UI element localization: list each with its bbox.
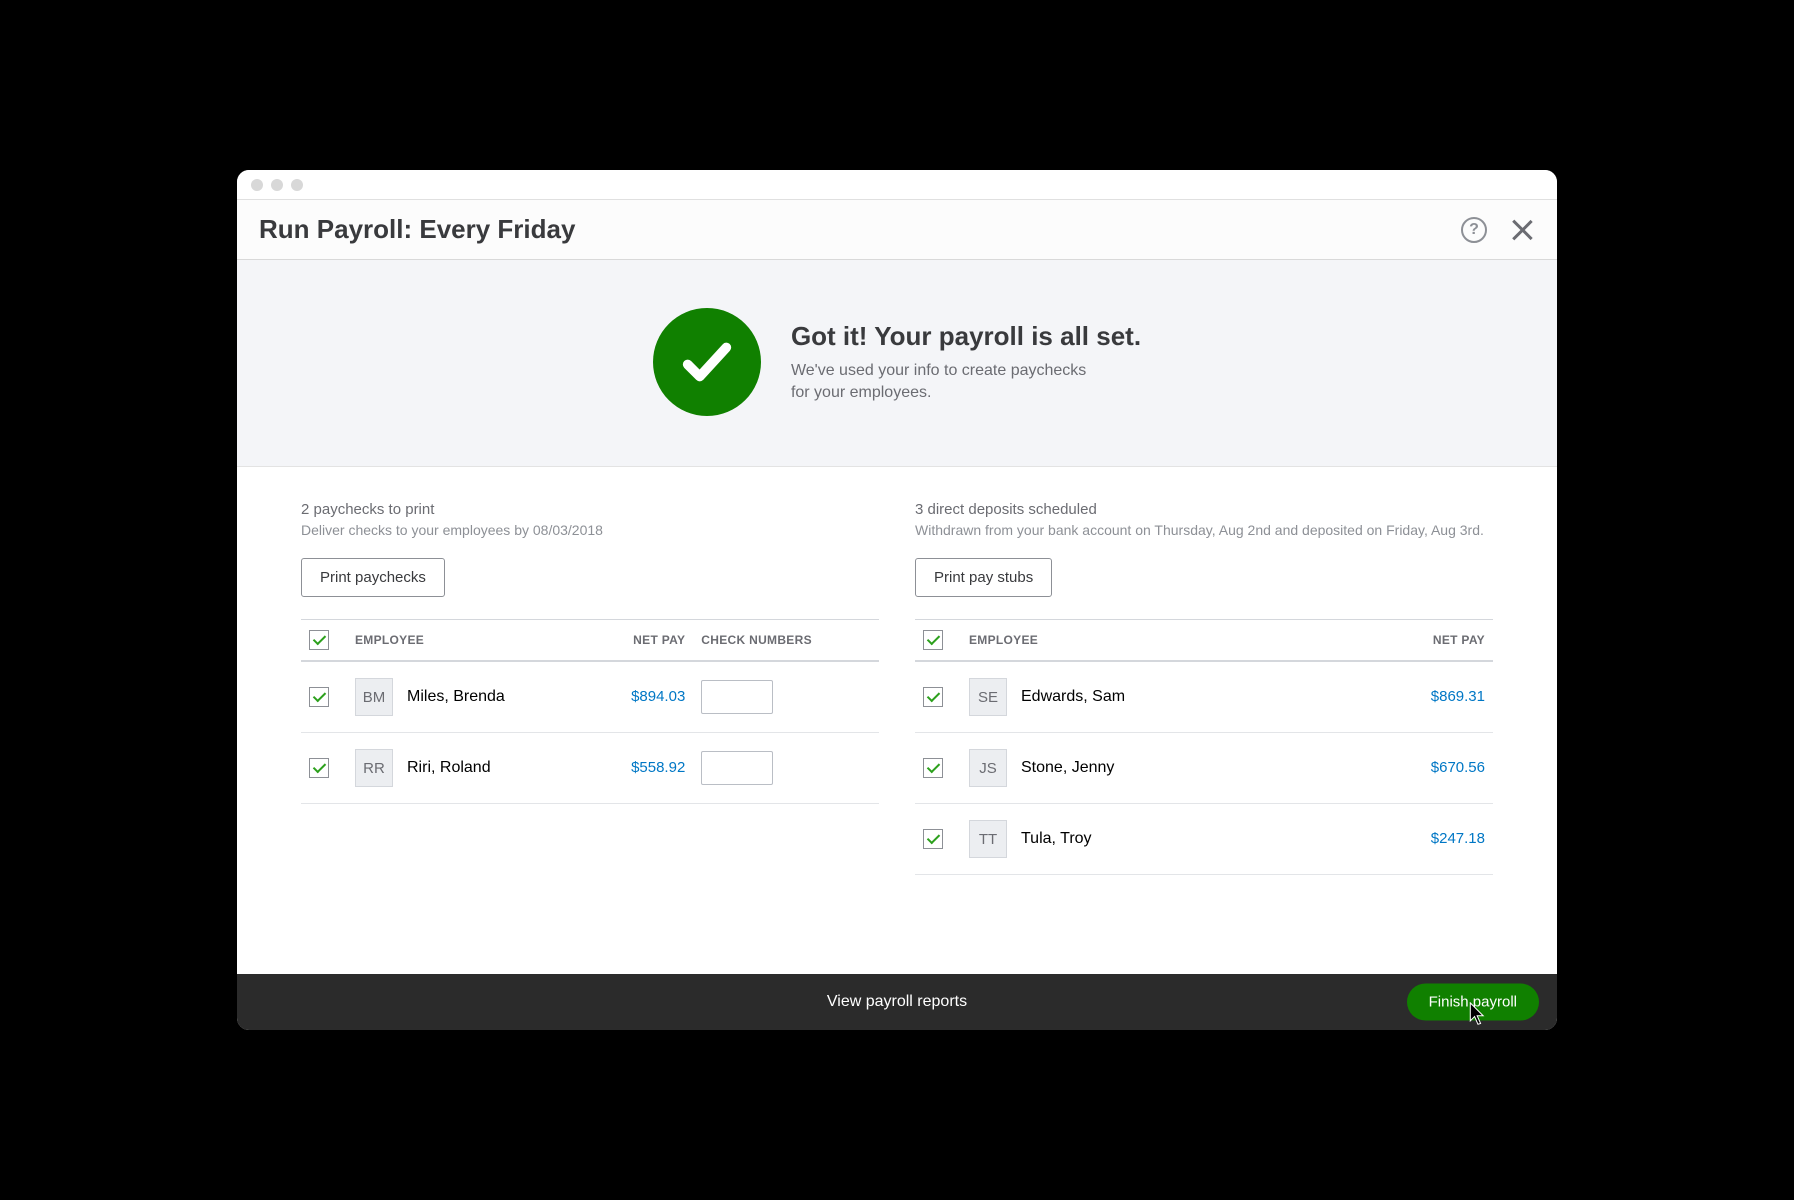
avatar: SE: [969, 678, 1007, 716]
table-row: JS Stone, Jenny $670.56: [915, 733, 1493, 804]
paychecks-select-all-header: [301, 620, 347, 662]
net-pay: $869.31: [1431, 688, 1485, 705]
row-checkbox[interactable]: [923, 829, 943, 849]
deposits-section: 3 direct deposits scheduled Withdrawn fr…: [915, 501, 1493, 954]
banner-text: Got it! Your payroll is all set. We've u…: [791, 321, 1141, 403]
page-title: Run Payroll: Every Friday: [259, 214, 575, 245]
employee-name: Riri, Roland: [407, 759, 491, 777]
deposits-count: 3 direct deposits scheduled: [915, 501, 1493, 518]
header-actions: ?: [1461, 217, 1535, 243]
paychecks-count: 2 paychecks to print: [301, 501, 879, 518]
employee-name: Edwards, Sam: [1021, 688, 1125, 706]
banner-headline: Got it! Your payroll is all set.: [791, 321, 1141, 352]
deposits-table: EMPLOYEE NET PAY SE Edwards, Sam $8: [915, 619, 1493, 875]
banner-subtext: We've used your info to create paychecks…: [791, 360, 1101, 403]
deposits-deliver: Withdrawn from your bank account on Thur…: [915, 522, 1493, 538]
paychecks-col-netpay: NET PAY: [590, 620, 693, 662]
window-dot-zoom[interactable]: [291, 179, 303, 191]
print-paychecks-button[interactable]: Print paychecks: [301, 558, 445, 597]
paychecks-col-employee: EMPLOYEE: [347, 620, 590, 662]
view-payroll-reports-link[interactable]: View payroll reports: [827, 993, 967, 1011]
deposits-select-all-header: [915, 620, 961, 662]
employee-name: Miles, Brenda: [407, 688, 505, 706]
employee-cell: TT Tula, Troy: [969, 820, 1331, 858]
print-paystubs-button[interactable]: Print pay stubs: [915, 558, 1052, 597]
table-row: RR Riri, Roland $558.92: [301, 733, 879, 804]
modal-header: Run Payroll: Every Friday ?: [237, 200, 1557, 260]
deposits-select-all-checkbox[interactable]: [923, 630, 943, 650]
deposits-col-netpay: NET PAY: [1339, 620, 1493, 662]
table-row: BM Miles, Brenda $894.03: [301, 661, 879, 733]
window-titlebar: [237, 170, 1557, 200]
employee-cell: SE Edwards, Sam: [969, 678, 1331, 716]
help-icon[interactable]: ?: [1461, 217, 1487, 243]
deposits-rows: SE Edwards, Sam $869.31 JS Stone, Jenny: [915, 661, 1493, 875]
paychecks-deliver: Deliver checks to your employees by 08/0…: [301, 522, 879, 538]
employee-name: Tula, Troy: [1021, 830, 1092, 848]
avatar: JS: [969, 749, 1007, 787]
paychecks-table: EMPLOYEE NET PAY CHECK NUMBERS BM Miles,…: [301, 619, 879, 804]
avatar: BM: [355, 678, 393, 716]
deposits-col-employee: EMPLOYEE: [961, 620, 1339, 662]
net-pay: $247.18: [1431, 830, 1485, 847]
paychecks-select-all-checkbox[interactable]: [309, 630, 329, 650]
check-number-input[interactable]: [701, 680, 773, 714]
employee-cell: JS Stone, Jenny: [969, 749, 1331, 787]
employee-name: Stone, Jenny: [1021, 759, 1114, 777]
check-number-input[interactable]: [701, 751, 773, 785]
row-checkbox[interactable]: [923, 687, 943, 707]
avatar: TT: [969, 820, 1007, 858]
employee-cell: BM Miles, Brenda: [355, 678, 582, 716]
net-pay: $670.56: [1431, 759, 1485, 776]
net-pay: $558.92: [631, 759, 685, 776]
row-checkbox[interactable]: [923, 758, 943, 778]
paychecks-section: 2 paychecks to print Deliver checks to y…: [301, 501, 879, 954]
row-checkbox[interactable]: [309, 687, 329, 707]
table-row: SE Edwards, Sam $869.31: [915, 661, 1493, 733]
confirmation-banner: Got it! Your payroll is all set. We've u…: [237, 260, 1557, 467]
content-area: 2 paychecks to print Deliver checks to y…: [237, 467, 1557, 974]
net-pay: $894.03: [631, 688, 685, 705]
table-row: TT Tula, Troy $247.18: [915, 804, 1493, 875]
close-icon[interactable]: [1509, 217, 1535, 243]
finish-payroll-button[interactable]: Finish payroll: [1407, 984, 1539, 1021]
paychecks-col-checknum: CHECK NUMBERS: [693, 620, 879, 662]
window-dot-close[interactable]: [251, 179, 263, 191]
paychecks-rows: BM Miles, Brenda $894.03 RR Riri, Ro: [301, 661, 879, 804]
app-window: Run Payroll: Every Friday ? Got it! Your…: [237, 170, 1557, 1030]
success-check-icon: [653, 308, 761, 416]
avatar: RR: [355, 749, 393, 787]
employee-cell: RR Riri, Roland: [355, 749, 582, 787]
row-checkbox[interactable]: [309, 758, 329, 778]
footer-bar: View payroll reports Finish payroll: [237, 974, 1557, 1030]
window-dot-minimize[interactable]: [271, 179, 283, 191]
